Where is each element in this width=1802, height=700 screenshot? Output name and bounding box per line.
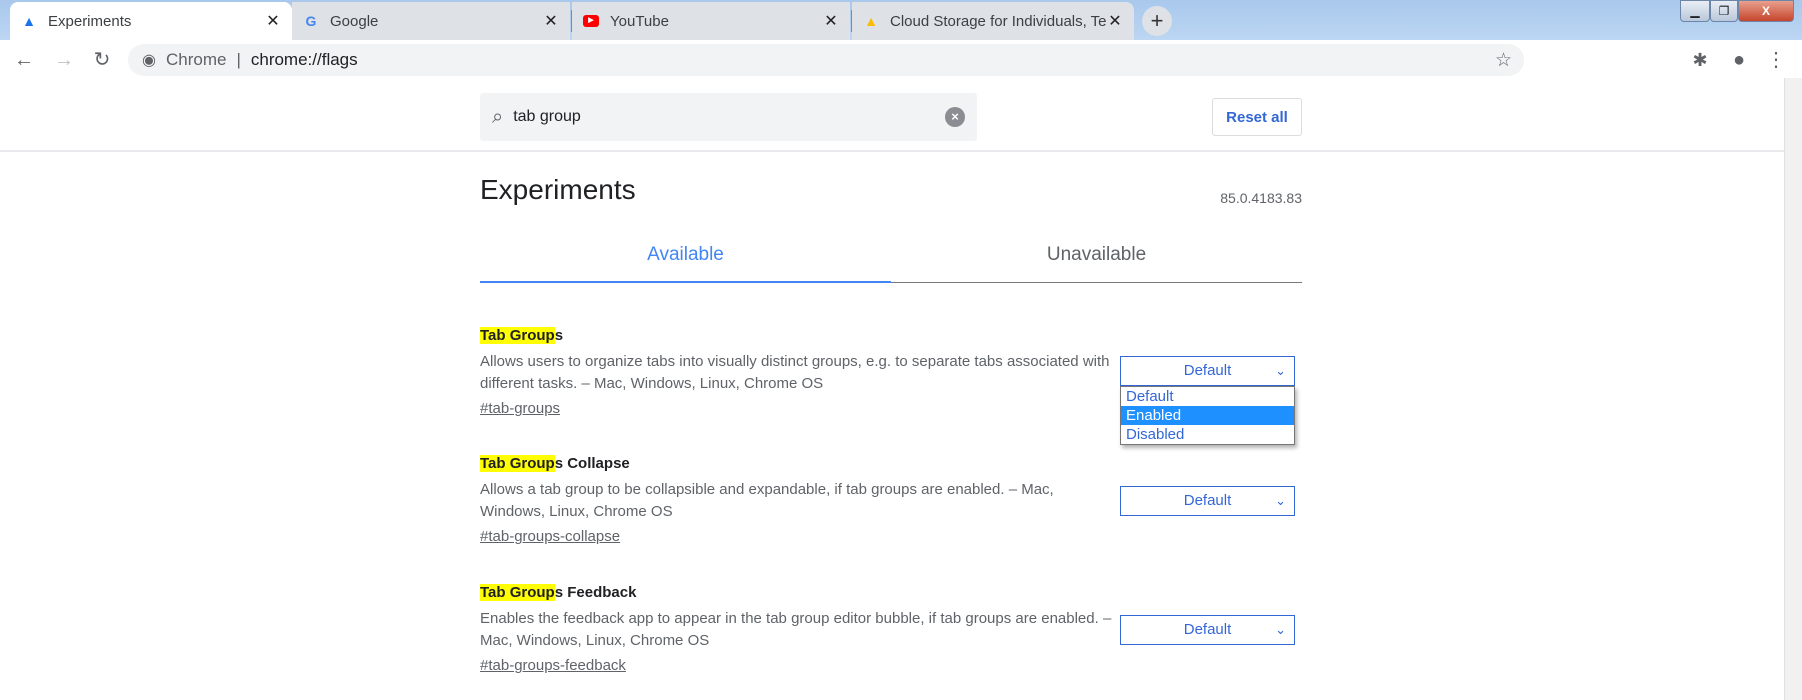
flag-item: Tab Groups Feedback Enables the feedback… (480, 583, 1302, 677)
close-tab-icon[interactable]: ✕ (822, 11, 840, 31)
youtube-icon: ▶ (582, 12, 600, 30)
bookmark-star-icon[interactable]: ☆ (1495, 49, 1512, 72)
flag-select[interactable]: Default ⌄ (1120, 615, 1295, 645)
tab-available[interactable]: Available (480, 244, 891, 266)
close-tab-icon[interactable]: ✕ (1106, 11, 1124, 31)
flag-description: Enables the feedback app to appear in th… (480, 610, 1112, 649)
flag-description: Allows a tab group to be collapsible and… (480, 481, 1054, 520)
close-tab-icon[interactable]: ✕ (542, 11, 560, 31)
reset-all-button[interactable]: Reset all (1212, 98, 1302, 136)
flag-link[interactable]: #tab-groups-collapse (480, 526, 620, 548)
close-tab-icon[interactable]: ✕ (264, 11, 282, 31)
option-enabled[interactable]: Enabled (1121, 406, 1294, 425)
reload-icon[interactable]: ↻ (90, 48, 114, 72)
chevron-down-icon: ⌄ (1275, 493, 1286, 508)
option-default[interactable]: Default (1121, 387, 1294, 406)
tab-underline (891, 282, 1302, 283)
minimize-button[interactable]: ▁ (1680, 0, 1710, 22)
google-icon: G (305, 13, 317, 29)
option-disabled[interactable]: Disabled (1121, 425, 1294, 444)
omnibox-divider: | (236, 50, 241, 69)
flag-title: Tab Groups (480, 327, 564, 344)
page-title: Experiments (480, 174, 636, 205)
tab-cloud-storage[interactable]: ▲ Cloud Storage for Individuals, Te ✕ (852, 2, 1134, 40)
search-input[interactable] (513, 108, 945, 126)
close-window-button[interactable]: X (1738, 0, 1794, 22)
search-icon: ⌕ (492, 105, 504, 128)
address-bar[interactable]: ◉ Chrome | chrome://flags ☆ (128, 44, 1524, 76)
google-drive-icon: ▲ (864, 13, 878, 29)
chevron-down-icon: ⌄ (1275, 622, 1286, 637)
tab-unavailable[interactable]: Unavailable (891, 244, 1302, 266)
menu-icon[interactable]: ⋮ (1764, 48, 1788, 72)
flag-item: Tab Groups Collapse Allows a tab group t… (480, 454, 1302, 548)
flag-title: Tab Groups Feedback (480, 584, 637, 601)
flag-link[interactable]: #tab-groups-feedback (480, 655, 626, 677)
version-label: 85.0.4183.83 (1220, 190, 1302, 206)
new-tab-button[interactable]: + (1142, 6, 1172, 36)
profile-icon[interactable]: ● (1727, 48, 1751, 72)
flag-description: Allows users to organize tabs into visua… (480, 353, 1110, 392)
flag-select[interactable]: Default ⌄ (1120, 356, 1295, 386)
scrollbar[interactable] (1784, 78, 1802, 700)
forward-icon[interactable]: → (52, 48, 76, 72)
flag-link[interactable]: #tab-groups (480, 398, 560, 420)
tab-google[interactable]: G Google ✕ (292, 2, 570, 40)
flask-icon: ▲ (22, 13, 36, 29)
maximize-button[interactable]: ❐ (1710, 0, 1738, 22)
chrome-icon: ◉ (142, 52, 156, 69)
back-icon[interactable]: ← (12, 48, 36, 72)
tab-experiments[interactable]: ▲ Experiments ✕ (10, 2, 292, 40)
chevron-down-icon: ⌄ (1275, 363, 1286, 378)
flag-select[interactable]: Default ⌄ (1120, 486, 1295, 516)
search-box[interactable]: ⌕ × (480, 93, 977, 141)
extensions-icon[interactable]: ✱ (1688, 48, 1712, 72)
tab-youtube[interactable]: ▶ YouTube ✕ (572, 2, 850, 40)
flag-title: Tab Groups Collapse (480, 455, 630, 472)
active-tab-underline (480, 281, 891, 283)
clear-search-icon[interactable]: × (945, 107, 965, 127)
select-dropdown-list: Default Enabled Disabled (1120, 386, 1295, 445)
